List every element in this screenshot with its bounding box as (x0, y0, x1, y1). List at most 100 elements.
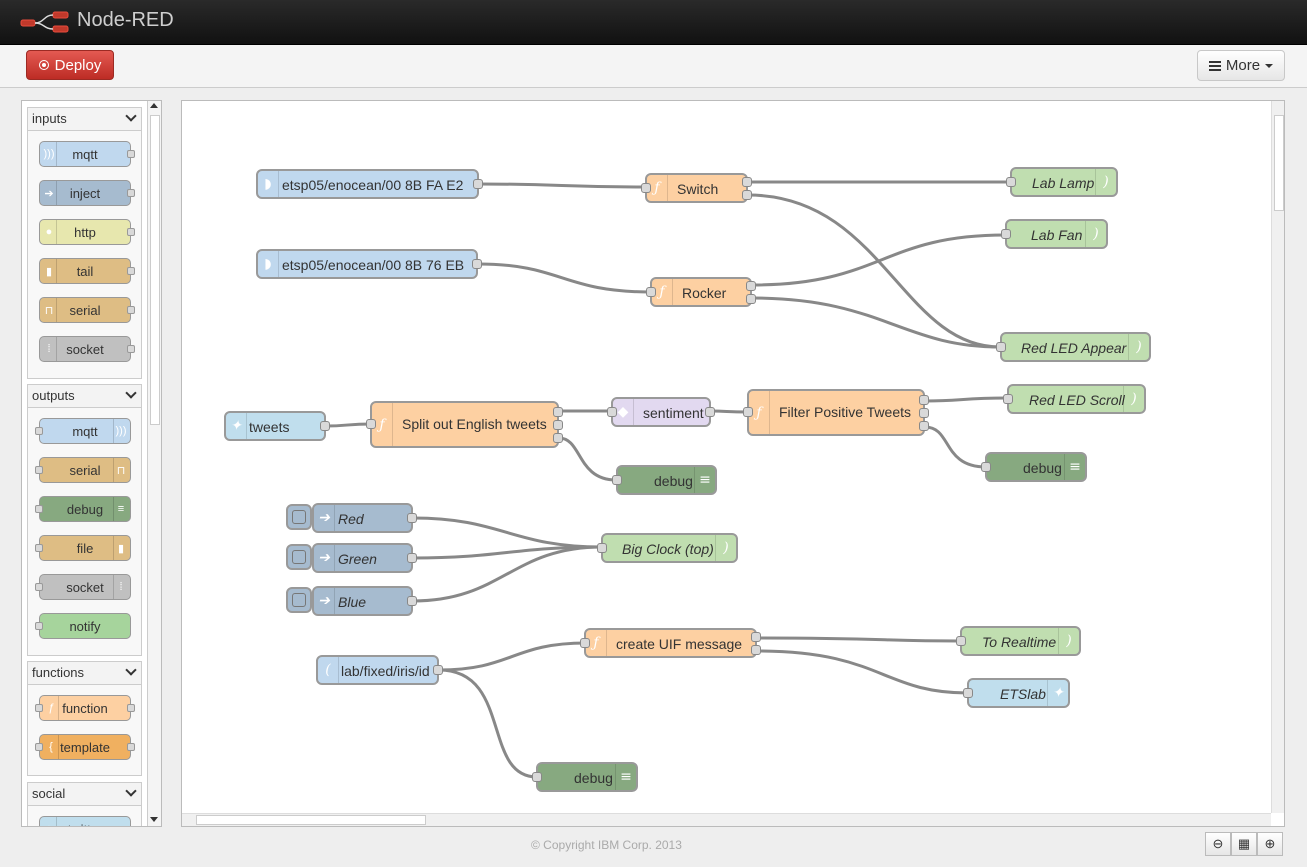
output-port[interactable] (746, 281, 756, 291)
workspace-vertical-scrollbar[interactable] (1271, 101, 1284, 813)
input-port[interactable] (1006, 177, 1016, 187)
workspace-hscroll-thumb[interactable] (196, 815, 426, 825)
zoom-out-button[interactable]: ⊖ (1205, 832, 1231, 856)
flow-node-mqtt-out[interactable]: Lab Fan ) (1001, 219, 1108, 249)
flow-workspace[interactable]: ◗ etsp05/enocean/00 8B FA E2 ƒ Switch La… (181, 100, 1285, 827)
output-port[interactable] (746, 294, 756, 304)
flow-node-function[interactable]: ƒ create UIF message (580, 628, 761, 658)
palette-node-mqtt-out[interactable]: mqtt ))) (35, 418, 131, 444)
flow-node-mqtt-out[interactable]: Big Clock (top) ) (597, 533, 738, 563)
input-port[interactable] (996, 342, 1006, 352)
output-port[interactable] (407, 553, 417, 563)
palette-node-notify[interactable]: notify (35, 613, 131, 639)
flow-node-twitter-in[interactable]: ✦ tweets (224, 411, 330, 441)
flow-node-sentiment[interactable]: ◆ sentiment (607, 397, 715, 427)
palette-scroll-thumb[interactable] (150, 115, 160, 425)
flow-node-function[interactable]: ƒ Switch (641, 173, 752, 203)
output-port[interactable] (472, 259, 482, 269)
flow-node-mqtt-in[interactable]: ◗ etsp05/enocean/00 8B 76 EB (256, 249, 482, 279)
input-port[interactable] (532, 772, 542, 782)
output-port[interactable] (553, 433, 563, 443)
inject-trigger-button[interactable] (286, 544, 312, 570)
input-port[interactable] (1001, 229, 1011, 239)
flow-node-function[interactable]: ƒ Split out English tweets (366, 401, 563, 448)
palette-node-inject[interactable]: ➔ inject (39, 180, 135, 206)
palette-node-function[interactable]: ƒ function (35, 695, 135, 721)
palette-node-socket-in[interactable]: ⁞ socket (39, 336, 135, 362)
debug-list-icon: ≡ (694, 467, 715, 493)
output-port[interactable] (705, 407, 715, 417)
input-port[interactable] (1003, 394, 1013, 404)
flow-node-inject[interactable]: ➔ Blue (312, 586, 417, 616)
zoom-reset-button[interactable]: ▦ (1231, 832, 1257, 856)
flow-node-inject[interactable]: ➔ Red (312, 503, 417, 533)
flow-node-mqtt-in[interactable]: ◗ etsp05/enocean/00 8B FA E2 (256, 169, 483, 199)
flow-node-mqtt-out[interactable]: Red LED Appear ) (996, 332, 1151, 362)
input-port[interactable] (981, 462, 991, 472)
flow-node-function[interactable]: ƒ Filter Positive Tweets (743, 389, 929, 436)
output-port[interactable] (919, 421, 929, 431)
palette-node-socket-out[interactable]: socket ⁞ (35, 574, 131, 600)
palette-node-template[interactable]: { template (35, 734, 135, 760)
flow-node-debug[interactable]: debug ≡ (981, 452, 1087, 482)
sentiment-icon: ◆ (613, 399, 634, 425)
palette-node-mqtt-in[interactable]: ))) mqtt (39, 141, 135, 167)
palette-scrollbar[interactable] (147, 101, 161, 826)
flow-node-twitter-out[interactable]: ETSlab ✦ (963, 678, 1070, 708)
flow-node-mqtt-out[interactable]: To Realtime ) (956, 626, 1081, 656)
category-header-social[interactable]: social (28, 783, 141, 806)
flow-node-mqtt-out[interactable]: Lab Lamp ) (1006, 167, 1118, 197)
output-port[interactable] (751, 645, 761, 655)
output-port[interactable] (751, 632, 761, 642)
flow-node-mqtt-out[interactable]: Red LED Scroll ) (1003, 384, 1146, 414)
input-port[interactable] (956, 636, 966, 646)
flow-node-debug[interactable]: debug ≡ (532, 762, 638, 792)
flow-node-debug[interactable]: debug ≡ (612, 465, 717, 495)
category-header-functions[interactable]: functions (28, 662, 141, 685)
output-port[interactable] (553, 407, 563, 417)
more-label: More (1225, 57, 1261, 74)
flow-node-function[interactable]: ƒ Rocker (646, 277, 756, 307)
palette-node-file[interactable]: file ▮ (35, 535, 131, 561)
output-port[interactable] (407, 513, 417, 523)
output-port[interactable] (919, 408, 929, 418)
palette-node-tail[interactable]: ▮ tail (39, 258, 135, 284)
inject-trigger-button[interactable] (286, 587, 312, 613)
scroll-up-icon[interactable] (150, 103, 158, 108)
output-port[interactable] (919, 395, 929, 405)
input-port[interactable] (612, 475, 622, 485)
flow-node-inject[interactable]: ➔ Green (312, 543, 417, 573)
inject-trigger-button[interactable] (286, 504, 312, 530)
category-header-outputs[interactable]: outputs (28, 385, 141, 408)
palette-node-label: socket (66, 579, 104, 595)
workspace-horizontal-scrollbar[interactable] (182, 813, 1271, 826)
deploy-button[interactable]: Deploy (26, 50, 114, 80)
category-header-inputs[interactable]: inputs (28, 108, 141, 131)
workspace-vscroll-thumb[interactable] (1274, 115, 1284, 211)
scroll-down-icon[interactable] (150, 817, 158, 822)
output-port[interactable] (320, 421, 330, 431)
more-menu-button[interactable]: More (1197, 50, 1285, 81)
output-port (127, 267, 135, 275)
output-port[interactable] (407, 596, 417, 606)
zoom-in-button[interactable]: ⊕ (1257, 832, 1283, 856)
output-port[interactable] (742, 190, 752, 200)
flow-node-mqtt-in[interactable]: ( lab/fixed/iris/id (316, 655, 443, 685)
palette-node-serial-out[interactable]: serial ⊓ (35, 457, 131, 483)
output-port[interactable] (553, 420, 563, 430)
menu-icon (1208, 60, 1221, 71)
input-port[interactable] (963, 688, 973, 698)
input-port[interactable] (597, 543, 607, 553)
palette-node-serial-in[interactable]: ⊓ serial (39, 297, 135, 323)
output-port[interactable] (433, 665, 443, 675)
palette-node-http[interactable]: ● http (39, 219, 135, 245)
output-port[interactable] (742, 177, 752, 187)
wire (751, 233, 1006, 287)
input-port (35, 427, 43, 435)
output-port[interactable] (473, 179, 483, 189)
palette-node-debug[interactable]: debug ≡ (35, 496, 131, 522)
debug-list-icon: ≡ (1064, 454, 1085, 480)
chevron-down-icon (125, 785, 137, 797)
palette-category-inputs: inputs ))) mqtt ➔ inject ● http ▮ tail ⊓… (27, 107, 142, 379)
palette-node-twitter[interactable]: ✦ twitter (39, 816, 131, 826)
